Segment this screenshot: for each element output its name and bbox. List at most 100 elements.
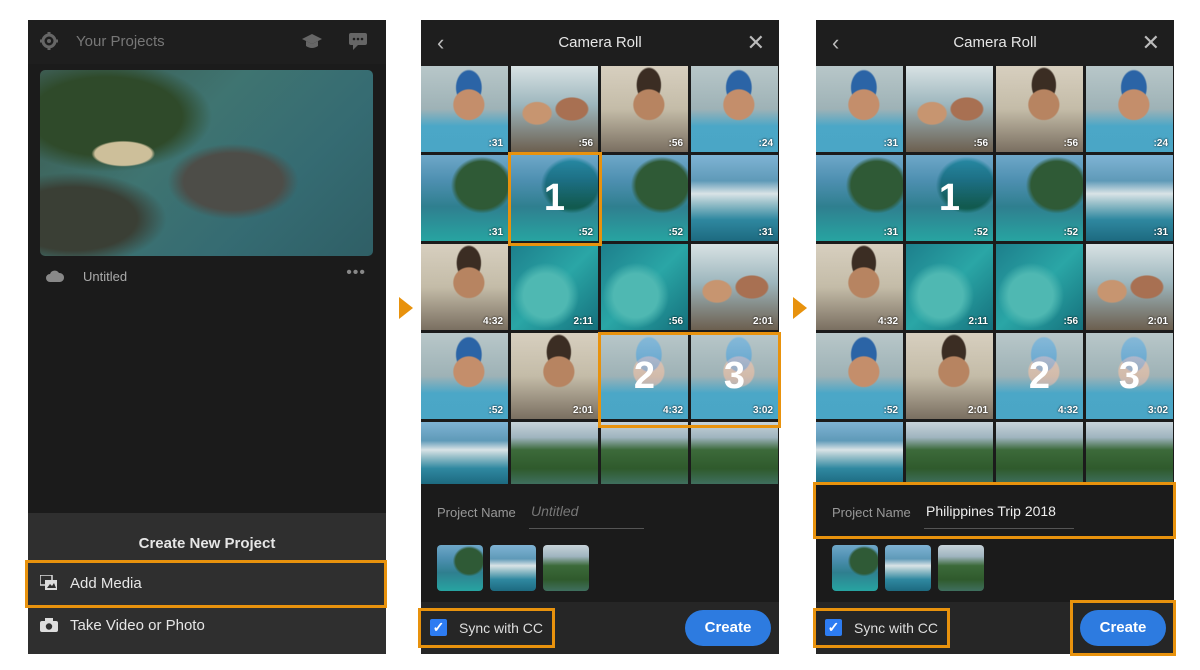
footer-bar: ✓ Sync with CC Create bbox=[421, 602, 779, 654]
media-thumb-selected[interactable]: 4:32 2 bbox=[996, 333, 1083, 419]
media-thumb[interactable] bbox=[601, 422, 688, 484]
media-thumb[interactable]: :24 bbox=[691, 66, 778, 152]
selection-number: 1 bbox=[938, 177, 961, 219]
project-name: Untitled bbox=[83, 269, 128, 284]
media-thumb[interactable]: :52 bbox=[421, 333, 508, 419]
project-name-row: Project Name Untitled bbox=[421, 490, 779, 542]
project-name-input[interactable]: Philippines Trip 2018 bbox=[926, 503, 1056, 519]
media-thumb[interactable]: :24 bbox=[1086, 66, 1173, 152]
selected-media-thumb[interactable] bbox=[490, 545, 536, 591]
media-thumb-selected[interactable]: :52 1 bbox=[906, 155, 993, 241]
add-media-button[interactable]: Add Media bbox=[28, 564, 386, 604]
close-icon[interactable]: ✕ bbox=[1142, 30, 1160, 56]
sync-checkbox[interactable]: ✓ bbox=[825, 619, 842, 636]
page-title: Camera Roll bbox=[953, 34, 1037, 51]
selected-media-thumb[interactable] bbox=[437, 545, 483, 591]
media-thumb[interactable]: :52 bbox=[601, 155, 688, 241]
media-thumb[interactable]: 2:01 bbox=[1086, 244, 1173, 330]
duration-label: :56 bbox=[1063, 316, 1078, 327]
media-thumb[interactable]: 4:32 bbox=[421, 244, 508, 330]
media-thumb[interactable] bbox=[691, 422, 778, 484]
selection-number: 2 bbox=[1028, 355, 1051, 397]
create-button[interactable]: Create bbox=[1080, 610, 1166, 646]
duration-label: 2:11 bbox=[968, 316, 988, 327]
header: ‹ Camera Roll ✕ bbox=[421, 20, 779, 66]
selected-media-thumb[interactable] bbox=[543, 545, 589, 591]
selected-media-thumb[interactable] bbox=[885, 545, 931, 591]
media-thumb[interactable]: :56 bbox=[996, 66, 1083, 152]
media-thumb[interactable]: 2:01 bbox=[511, 333, 598, 419]
media-thumb[interactable]: :52 bbox=[996, 155, 1083, 241]
media-thumb[interactable] bbox=[421, 422, 508, 484]
selection-number: 3 bbox=[1118, 355, 1141, 397]
media-thumb[interactable] bbox=[511, 422, 598, 484]
chat-icon[interactable] bbox=[348, 32, 368, 50]
input-underline bbox=[924, 528, 1074, 529]
media-thumb[interactable]: :56 bbox=[996, 244, 1083, 330]
close-icon[interactable]: ✕ bbox=[747, 30, 765, 56]
project-row[interactable]: Untitled ••• bbox=[28, 264, 386, 290]
create-button[interactable]: Create bbox=[685, 610, 771, 646]
duration-label: :56 bbox=[668, 138, 683, 149]
footer-bar: ✓ Sync with CC Create bbox=[816, 602, 1174, 654]
duration-label: :31 bbox=[1153, 227, 1168, 238]
selected-media-thumb[interactable] bbox=[832, 545, 878, 591]
media-grid: :31 :56 :56 :24 :31 :52 1 :52 :31 4:32 2:… bbox=[421, 66, 779, 484]
media-thumb[interactable]: :56 bbox=[906, 66, 993, 152]
duration-label: :52 bbox=[1063, 227, 1078, 238]
media-thumb-selected[interactable]: 4:32 2 bbox=[601, 333, 688, 419]
duration-label: :31 bbox=[758, 227, 773, 238]
take-video-photo-label: Take Video or Photo bbox=[70, 617, 205, 634]
sync-checkbox[interactable]: ✓ bbox=[430, 619, 447, 636]
media-thumb-selected[interactable]: 3:02 3 bbox=[1086, 333, 1173, 419]
media-thumb[interactable]: 2:11 bbox=[511, 244, 598, 330]
project-name-input[interactable]: Untitled bbox=[531, 503, 578, 519]
duration-label: 2:01 bbox=[752, 316, 773, 327]
media-thumb[interactable]: :31 bbox=[421, 155, 508, 241]
project-thumbnail[interactable] bbox=[40, 70, 373, 256]
input-underline bbox=[529, 528, 644, 529]
media-thumb[interactable]: :52 bbox=[816, 333, 903, 419]
duration-label: :31 bbox=[488, 227, 503, 238]
create-project-sheet: Create New Project Add Media Take Video … bbox=[28, 513, 386, 654]
cloud-icon bbox=[46, 270, 65, 282]
take-video-photo-button[interactable]: Take Video or Photo bbox=[28, 606, 386, 646]
media-thumb[interactable] bbox=[996, 422, 1083, 484]
more-options-icon[interactable]: ••• bbox=[346, 264, 366, 282]
media-thumb[interactable]: 4:32 bbox=[816, 244, 903, 330]
duration-label: :24 bbox=[1153, 138, 1168, 149]
media-thumb[interactable]: :56 bbox=[601, 244, 688, 330]
media-thumb-selected[interactable]: :52 1 bbox=[511, 155, 598, 241]
duration-label: :56 bbox=[973, 138, 988, 149]
duration-label: :31 bbox=[883, 138, 898, 149]
media-thumb[interactable]: :31 bbox=[691, 155, 778, 241]
media-thumb[interactable]: :31 bbox=[816, 66, 903, 152]
media-thumb[interactable] bbox=[816, 422, 903, 484]
media-thumb[interactable] bbox=[1086, 422, 1173, 484]
media-thumb[interactable]: :56 bbox=[601, 66, 688, 152]
step-arrow-icon bbox=[399, 297, 413, 319]
media-thumb[interactable] bbox=[906, 422, 993, 484]
media-icon bbox=[40, 575, 57, 590]
media-thumb[interactable]: :56 bbox=[511, 66, 598, 152]
media-thumb[interactable]: :31 bbox=[1086, 155, 1173, 241]
media-thumb[interactable]: :31 bbox=[421, 66, 508, 152]
duration-label: 2:11 bbox=[573, 316, 593, 327]
sheet-title: Create New Project bbox=[138, 535, 276, 552]
media-thumb[interactable]: 2:01 bbox=[906, 333, 993, 419]
gear-icon[interactable] bbox=[40, 32, 58, 50]
duration-label: :52 bbox=[488, 405, 503, 416]
selection-number: 3 bbox=[723, 355, 746, 397]
media-grid: :31 :56 :56 :24 :31 :52 1 :52 :31 4:32 2:… bbox=[816, 66, 1174, 484]
media-thumb[interactable]: 2:01 bbox=[691, 244, 778, 330]
project-name-label: Project Name bbox=[437, 505, 516, 520]
duration-label: :31 bbox=[883, 227, 898, 238]
duration-label: :56 bbox=[668, 316, 683, 327]
selected-media-thumb[interactable] bbox=[938, 545, 984, 591]
media-thumb-selected[interactable]: 3:02 3 bbox=[691, 333, 778, 419]
learn-icon[interactable] bbox=[302, 32, 322, 50]
media-thumb[interactable]: :31 bbox=[816, 155, 903, 241]
camera-roll-screen-select: ‹ Camera Roll ✕ :31 :56 :56 :24 :31 :52 1… bbox=[421, 20, 779, 654]
media-thumb[interactable]: 2:11 bbox=[906, 244, 993, 330]
duration-label: :31 bbox=[488, 138, 503, 149]
